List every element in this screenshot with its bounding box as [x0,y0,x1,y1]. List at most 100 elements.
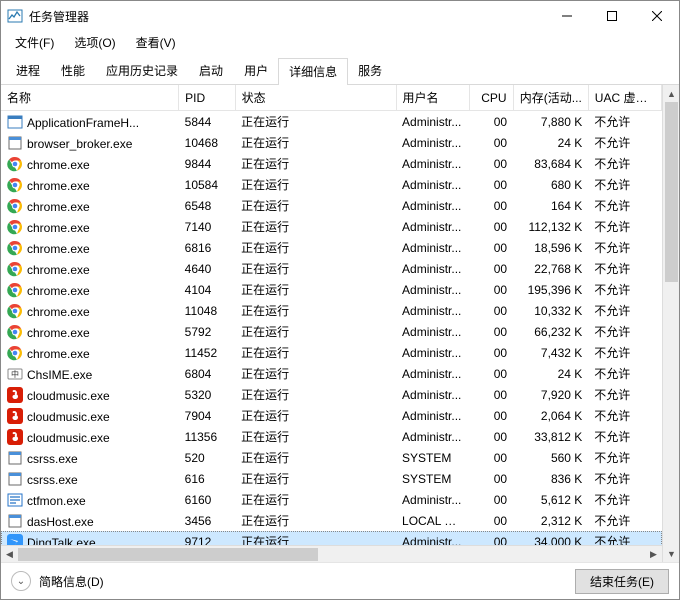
cell-cpu: 00 [469,258,513,279]
maximize-button[interactable] [589,1,634,31]
fewer-details-toggle[interactable]: ⌄ [11,571,31,591]
cell-memory: 22,768 K [513,258,588,279]
scroll-right-arrow-icon[interactable]: ▶ [645,546,662,562]
cell-pid: 11452 [179,342,235,363]
cell-user: Administr... [396,342,469,363]
table-row[interactable]: chrome.exe4640正在运行Administr...0022,768 K… [1,258,662,279]
tab-performance[interactable]: 性能 [50,57,96,84]
process-name: chrome.exe [27,179,90,193]
process-icon [7,177,23,193]
menu-file[interactable]: 文件(F) [9,32,64,53]
column-header-row: 名称 PID 状态 用户名 CPU 内存(活动... UAC 虚拟化 [1,85,662,111]
cell-uac: 不允许 [588,321,661,342]
column-pid[interactable]: PID [179,85,235,111]
cell-uac: 不允许 [588,237,661,258]
scroll-left-arrow-icon[interactable]: ◀ [1,546,18,562]
cell-user: SYSTEM [396,468,469,489]
table-row[interactable]: cloudmusic.exe11356正在运行Administr...0033,… [1,426,662,447]
scroll-up-arrow-icon[interactable]: ▲ [663,85,679,102]
cell-memory: 66,232 K [513,321,588,342]
process-name: csrss.exe [27,473,78,487]
process-icon [7,219,23,235]
cell-uac: 不允许 [588,279,661,300]
tab-processes[interactable]: 进程 [5,57,51,84]
cell-status: 正在运行 [235,153,396,174]
process-table: 名称 PID 状态 用户名 CPU 内存(活动... UAC 虚拟化 Appli… [1,85,662,545]
cell-memory: 33,812 K [513,426,588,447]
cell-uac: 不允许 [588,111,661,133]
process-icon [7,387,23,403]
table-row[interactable]: ctfmon.exe6160正在运行Administr...005,612 K不… [1,489,662,510]
column-uac[interactable]: UAC 虚拟化 [588,85,661,111]
column-name[interactable]: 名称 [1,85,179,111]
table-row[interactable]: ApplicationFrameH...5844正在运行Administr...… [1,111,662,133]
cell-cpu: 00 [469,363,513,384]
cell-cpu: 00 [469,111,513,133]
process-icon [7,324,23,340]
minimize-button[interactable] [544,1,589,31]
table-row[interactable]: chrome.exe4104正在运行Administr...00195,396 … [1,279,662,300]
cell-uac: 不允许 [588,258,661,279]
table-row[interactable]: cloudmusic.exe5320正在运行Administr...007,92… [1,384,662,405]
close-button[interactable] [634,1,679,31]
hscroll-thumb[interactable] [18,548,318,561]
column-memory[interactable]: 内存(活动... [513,85,588,111]
cell-user: Administr... [396,363,469,384]
tab-details[interactable]: 详细信息 [278,58,348,85]
vertical-scrollbar[interactable]: ▲ ▼ [662,85,679,562]
table-row[interactable]: dasHost.exe3456正在运行LOCAL SE...002,312 K不… [1,510,662,531]
cell-memory: 2,064 K [513,405,588,426]
scroll-down-arrow-icon[interactable]: ▼ [663,545,679,562]
fewer-details-label[interactable]: 简略信息(D) [39,573,575,590]
table-row[interactable]: chrome.exe6548正在运行Administr...00164 K不允许 [1,195,662,216]
cell-cpu: 00 [469,216,513,237]
cell-name: csrss.exe [1,468,179,489]
table-row[interactable]: csrss.exe520正在运行SYSTEM00560 K不允许 [1,447,662,468]
cell-status: 正在运行 [235,468,396,489]
end-task-button[interactable]: 结束任务(E) [575,569,669,594]
tab-services[interactable]: 服务 [347,57,393,84]
tab-users[interactable]: 用户 [233,57,279,84]
table-row[interactable]: chrome.exe11048正在运行Administr...0010,332 … [1,300,662,321]
cell-memory: 7,880 K [513,111,588,133]
process-name: chrome.exe [27,263,90,277]
menu-options[interactable]: 选项(O) [68,32,125,53]
table-row[interactable]: csrss.exe616正在运行SYSTEM00836 K不允许 [1,468,662,489]
table-row[interactable]: chrome.exe7140正在运行Administr...00112,132 … [1,216,662,237]
column-user[interactable]: 用户名 [396,85,469,111]
table-row[interactable]: DingTalk.exe9712正在运行Administr...0034,000… [1,531,662,545]
menu-view[interactable]: 查看(V) [130,32,186,53]
app-icon [7,8,23,24]
table-row[interactable]: browser_broker.exe10468正在运行Administr...0… [1,132,662,153]
vscroll-thumb[interactable] [665,102,678,282]
cell-status: 正在运行 [235,531,396,545]
cell-memory: 24 K [513,363,588,384]
table-row[interactable]: ChsIME.exe6804正在运行Administr...0024 K不允许 [1,363,662,384]
cell-pid: 10584 [179,174,235,195]
cell-cpu: 00 [469,195,513,216]
cell-uac: 不允许 [588,489,661,510]
column-status[interactable]: 状态 [235,85,396,111]
cell-status: 正在运行 [235,237,396,258]
table-row[interactable]: cloudmusic.exe7904正在运行Administr...002,06… [1,405,662,426]
tab-app-history[interactable]: 应用历史记录 [95,57,189,84]
process-name: cloudmusic.exe [27,410,110,424]
tab-startup[interactable]: 启动 [188,57,234,84]
cell-name: chrome.exe [1,237,179,258]
table-row[interactable]: chrome.exe11452正在运行Administr...007,432 K… [1,342,662,363]
tabstrip: 进程 性能 应用历史记录 启动 用户 详细信息 服务 [1,53,679,85]
table-row[interactable]: chrome.exe5792正在运行Administr...0066,232 K… [1,321,662,342]
cell-user: Administr... [396,153,469,174]
column-cpu[interactable]: CPU [469,85,513,111]
cell-pid: 7904 [179,405,235,426]
cell-name: browser_broker.exe [1,132,179,153]
cell-pid: 616 [179,468,235,489]
cell-name: DingTalk.exe [1,531,179,545]
cell-status: 正在运行 [235,111,396,133]
cell-name: chrome.exe [1,174,179,195]
table-row[interactable]: chrome.exe10584正在运行Administr...00680 K不允… [1,174,662,195]
table-row[interactable]: chrome.exe6816正在运行Administr...0018,596 K… [1,237,662,258]
horizontal-scrollbar[interactable]: ◀ ▶ [1,545,662,562]
cell-user: Administr... [396,216,469,237]
table-row[interactable]: chrome.exe9844正在运行Administr...0083,684 K… [1,153,662,174]
